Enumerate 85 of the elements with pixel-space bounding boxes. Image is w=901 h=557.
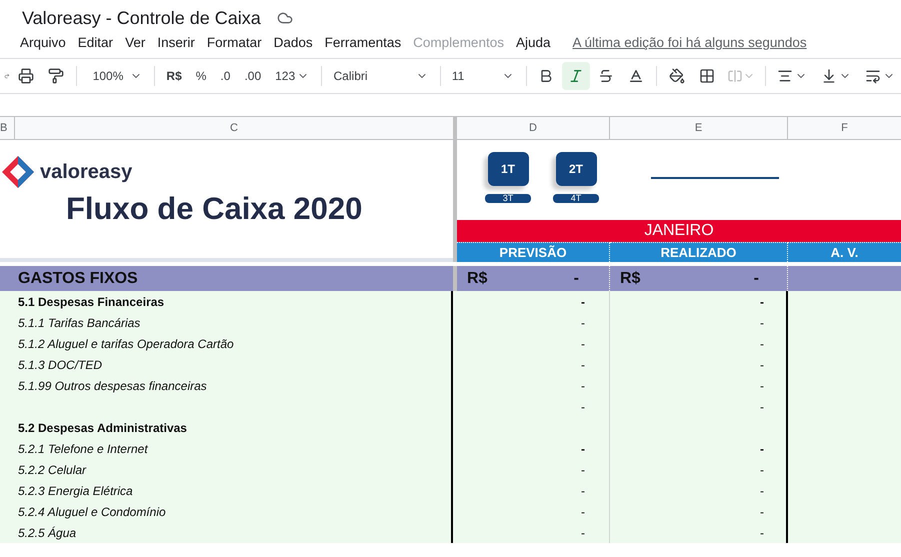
currency-symbol: R$: [620, 268, 640, 288]
cell-value: -: [581, 462, 585, 478]
paint-roller-icon: [48, 68, 64, 84]
font-size-dropdown[interactable]: 11: [446, 62, 520, 90]
italic-icon: [568, 68, 584, 84]
menu-item[interactable]: Editar: [72, 32, 120, 54]
brand-name: valoreasy: [40, 160, 132, 185]
row-label: 5.2.3 Energia Elétrica: [18, 482, 133, 500]
column-header[interactable]: B: [0, 117, 15, 139]
column-header[interactable]: D: [457, 117, 610, 139]
column-header[interactable]: F: [788, 117, 901, 139]
cell-value: -: [760, 504, 764, 520]
menu-item[interactable]: Ajuda: [510, 32, 556, 54]
menu-item[interactable]: Arquivo: [14, 32, 72, 54]
cell-value: -: [581, 336, 585, 352]
cell-value: -: [581, 504, 585, 520]
cell-value: -: [574, 268, 579, 288]
column-subheader: A. V.: [788, 242, 901, 262]
column-header[interactable]: C: [15, 117, 453, 139]
cell-value: -: [581, 482, 585, 500]
column-subheader: REALIZADO: [610, 242, 788, 262]
cell-value: -: [581, 356, 585, 374]
currency-symbol: R$: [467, 268, 488, 288]
menu-item[interactable]: Formatar: [200, 32, 268, 54]
row-label: 5.1.99 Outros despesas financeiras: [18, 378, 207, 394]
column-header[interactable]: E: [610, 117, 788, 139]
cell-value: -: [581, 378, 585, 394]
cell-value: -: [581, 524, 585, 542]
row-label: 5.1 Despesas Financeiras: [18, 294, 164, 310]
cell-value: -: [754, 268, 759, 288]
cell-value: -: [760, 356, 764, 374]
wrap-text-icon: [864, 68, 881, 84]
decrease-decimal-button[interactable]: .0: [214, 62, 236, 90]
cell-value: -: [760, 462, 764, 478]
cloud-icon[interactable]: [276, 10, 293, 26]
cell-value: -: [760, 378, 764, 394]
grid-icon: [698, 68, 715, 84]
text-color-icon: [628, 68, 644, 84]
cell-value: -: [760, 440, 764, 458]
month-header: JANEIRO: [457, 220, 901, 242]
menu-item[interactable]: Dados: [268, 32, 319, 54]
cell-value: -: [760, 336, 764, 352]
cell-value: -: [760, 314, 764, 332]
row-label: 5.2.2 Celular: [18, 462, 86, 478]
arrow-down-icon: [820, 68, 837, 84]
row-label: 5.1.2 Aluguel e tarifas Operadora Cartão: [18, 336, 234, 352]
row-label: 5.2.5 Água: [18, 524, 76, 542]
sheet-title: Fluxo de Caixa 2020: [66, 190, 364, 228]
quarter-button[interactable]: 2T: [556, 152, 596, 186]
align-icon: [776, 68, 793, 84]
zoom-dropdown[interactable]: 100%: [82, 62, 148, 90]
italic-button[interactable]: [562, 62, 590, 90]
cell-value: -: [581, 314, 585, 332]
format-dropdown[interactable]: 123: [269, 62, 316, 90]
last-edit-link[interactable]: A última edição foi há alguns segundos: [572, 32, 807, 54]
cell-value: -: [581, 294, 585, 310]
menu-item[interactable]: Ver: [119, 32, 152, 54]
row-label: 5.2 Despesas Administrativas: [18, 420, 187, 436]
quarter-button[interactable]: 1T: [488, 152, 528, 186]
cell-value: -: [760, 524, 764, 542]
font-dropdown[interactable]: Calibri: [328, 62, 434, 90]
merge-icon: [726, 68, 743, 84]
row-label: 5.1.3 DOC/TED: [18, 356, 102, 374]
percent-button[interactable]: %: [190, 62, 212, 90]
cell-value: -: [581, 398, 585, 416]
currency-button[interactable]: R$: [160, 62, 188, 90]
cell-value: -: [760, 482, 764, 500]
row-label: 5.1.1 Tarifas Bancárias: [18, 314, 140, 332]
cell-value: -: [760, 398, 764, 416]
strikethrough-icon: [598, 68, 614, 84]
row-label: 5.2.1 Telefone e Internet: [18, 440, 148, 458]
quarter-button[interactable]: 4T: [553, 194, 599, 203]
paint-bucket-icon: [668, 68, 685, 84]
column-subheader: PREVISÃO: [457, 242, 610, 262]
cell-value: -: [760, 294, 764, 310]
menu-item[interactable]: Inserir: [151, 32, 201, 54]
printer-icon: [18, 68, 34, 84]
diamond-logo-icon: [0, 154, 36, 190]
row-label: 5.2.4 Aluguel e Condomínio: [18, 504, 166, 520]
document-title[interactable]: Valoreasy - Controle de Caixa: [22, 4, 261, 32]
cell-value: -: [581, 440, 585, 458]
quarter-button[interactable]: 3T: [485, 194, 531, 203]
group-label: GASTOS FIXOS: [17, 268, 139, 288]
menu-item[interactable]: Ferramentas: [318, 32, 408, 54]
increase-decimal-button[interactable]: .00: [238, 62, 268, 90]
